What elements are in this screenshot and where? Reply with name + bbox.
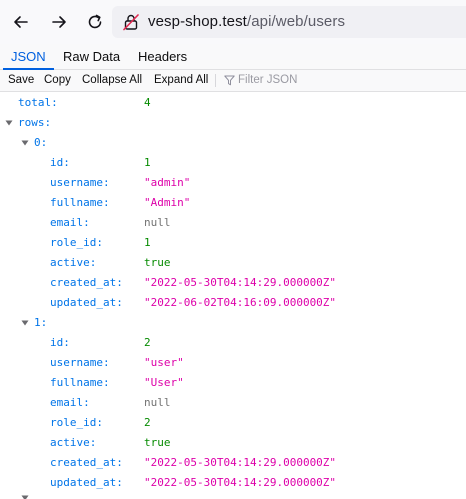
- url-text[interactable]: vesp-shop.test/api/web/users: [148, 13, 345, 31]
- browser-toolbar: vesp-shop.test/api/web/users: [0, 0, 466, 44]
- json-key: fullname:: [50, 376, 110, 389]
- tree-row[interactable]: username: "admin": [0, 173, 466, 193]
- json-key: total:: [18, 96, 58, 109]
- back-button[interactable]: [10, 11, 32, 33]
- json-toolbar: Save Copy Collapse All Expand All: [0, 70, 466, 92]
- json-value: "2022-05-30T04:14:29.000000Z": [144, 276, 337, 289]
- json-value: null: [144, 216, 171, 229]
- json-value: "Admin": [144, 196, 191, 209]
- json-key: 1:: [34, 316, 48, 329]
- tree-row[interactable]: email: null: [0, 213, 466, 233]
- expand-caret-icon[interactable]: [21, 494, 29, 499]
- json-value: 2: [144, 416, 151, 429]
- json-key: role_id:: [50, 416, 103, 429]
- tab-raw-data[interactable]: Raw Data: [55, 44, 128, 69]
- json-value: true: [144, 256, 171, 269]
- address-bar[interactable]: vesp-shop.test/api/web/users: [112, 6, 466, 38]
- json-value: null: [144, 396, 171, 409]
- tree-row[interactable]: active: true: [0, 253, 466, 273]
- filter-icon: [224, 75, 235, 86]
- json-value: 1: [144, 236, 151, 249]
- tree-row[interactable]: updated_at: "2022-05-30T04:14:29.000000Z…: [0, 473, 466, 493]
- json-key: active:: [50, 256, 97, 269]
- json-key: id:: [50, 336, 70, 349]
- json-key: email:: [50, 216, 90, 229]
- json-value: "2022-06-02T04:16:09.000000Z": [144, 296, 337, 309]
- json-key: updated_at:: [50, 476, 123, 489]
- json-key: email:: [50, 396, 90, 409]
- json-value: 4: [144, 96, 151, 109]
- tree-row[interactable]: id: 1: [0, 153, 466, 173]
- tab-json[interactable]: JSON: [3, 44, 54, 70]
- json-key: role_id:: [50, 236, 103, 249]
- json-value: "admin": [144, 176, 191, 189]
- json-value: true: [144, 436, 171, 449]
- url-path: /api/web/users: [246, 13, 346, 30]
- save-button[interactable]: Save: [8, 70, 34, 91]
- expand-caret-icon[interactable]: [21, 139, 29, 147]
- forward-arrow-icon: [52, 16, 66, 28]
- json-value: 1: [144, 156, 151, 169]
- json-key: rows:: [18, 116, 52, 129]
- tree-row[interactable]: role_id: 2: [0, 413, 466, 433]
- expand-caret-icon[interactable]: [21, 319, 29, 327]
- tree-row[interactable]: created_at: "2022-05-30T04:14:29.000000Z…: [0, 273, 466, 293]
- tree-row[interactable]: role_id: 1: [0, 233, 466, 253]
- json-value: "user": [144, 356, 184, 369]
- tree-row[interactable]: fullname: "Admin": [0, 193, 466, 213]
- back-arrow-icon: [14, 16, 28, 28]
- expand-caret-icon[interactable]: [5, 119, 13, 127]
- tree-row-total[interactable]: total: 4: [0, 93, 466, 113]
- forward-button[interactable]: [48, 11, 70, 33]
- tree-row[interactable]: email: null: [0, 393, 466, 413]
- insecure-lock-icon[interactable]: [122, 13, 140, 31]
- tree-row[interactable]: id: 2: [0, 333, 466, 353]
- json-key: id:: [50, 156, 70, 169]
- tree-row[interactable]: username: "user": [0, 353, 466, 373]
- tab-headers[interactable]: Headers: [130, 44, 195, 69]
- json-key: active:: [50, 436, 97, 449]
- json-tree: total: 4 rows: 0: id: 1 username: "admin…: [0, 93, 466, 499]
- tree-row[interactable]: created_at: "2022-05-30T04:14:29.000000Z…: [0, 453, 466, 473]
- filter-json-input[interactable]: [238, 72, 438, 88]
- json-key: 0:: [34, 136, 48, 149]
- toolbar-divider: [215, 74, 216, 87]
- tree-row[interactable]: updated_at: "2022-06-02T04:16:09.000000Z…: [0, 293, 466, 313]
- json-key: username:: [50, 356, 110, 369]
- collapse-all-button[interactable]: Collapse All: [82, 70, 142, 91]
- json-key: updated_at:: [50, 296, 123, 309]
- json-key: fullname:: [50, 196, 110, 209]
- tree-row[interactable]: fullname: "User": [0, 373, 466, 393]
- tree-row-index[interactable]: 0:: [0, 133, 466, 153]
- url-host: vesp-shop.test: [148, 13, 247, 30]
- json-key: created_at:: [50, 276, 123, 289]
- json-value: "2022-05-30T04:14:29.000000Z": [144, 456, 337, 469]
- tree-row-index[interactable]: 1:: [0, 313, 466, 333]
- tree-row-rows[interactable]: rows:: [0, 113, 466, 133]
- json-value: "User": [144, 376, 184, 389]
- json-value: 2: [144, 336, 151, 349]
- viewer-tabs: JSON Raw Data Headers: [0, 44, 466, 70]
- expand-all-button[interactable]: Expand All: [154, 70, 208, 91]
- copy-button[interactable]: Copy: [44, 70, 71, 91]
- reload-button[interactable]: [84, 11, 106, 33]
- json-key: created_at:: [50, 456, 123, 469]
- tree-row[interactable]: active: true: [0, 433, 466, 453]
- reload-icon: [88, 14, 102, 29]
- json-value: "2022-05-30T04:14:29.000000Z": [144, 476, 337, 489]
- json-key: username:: [50, 176, 110, 189]
